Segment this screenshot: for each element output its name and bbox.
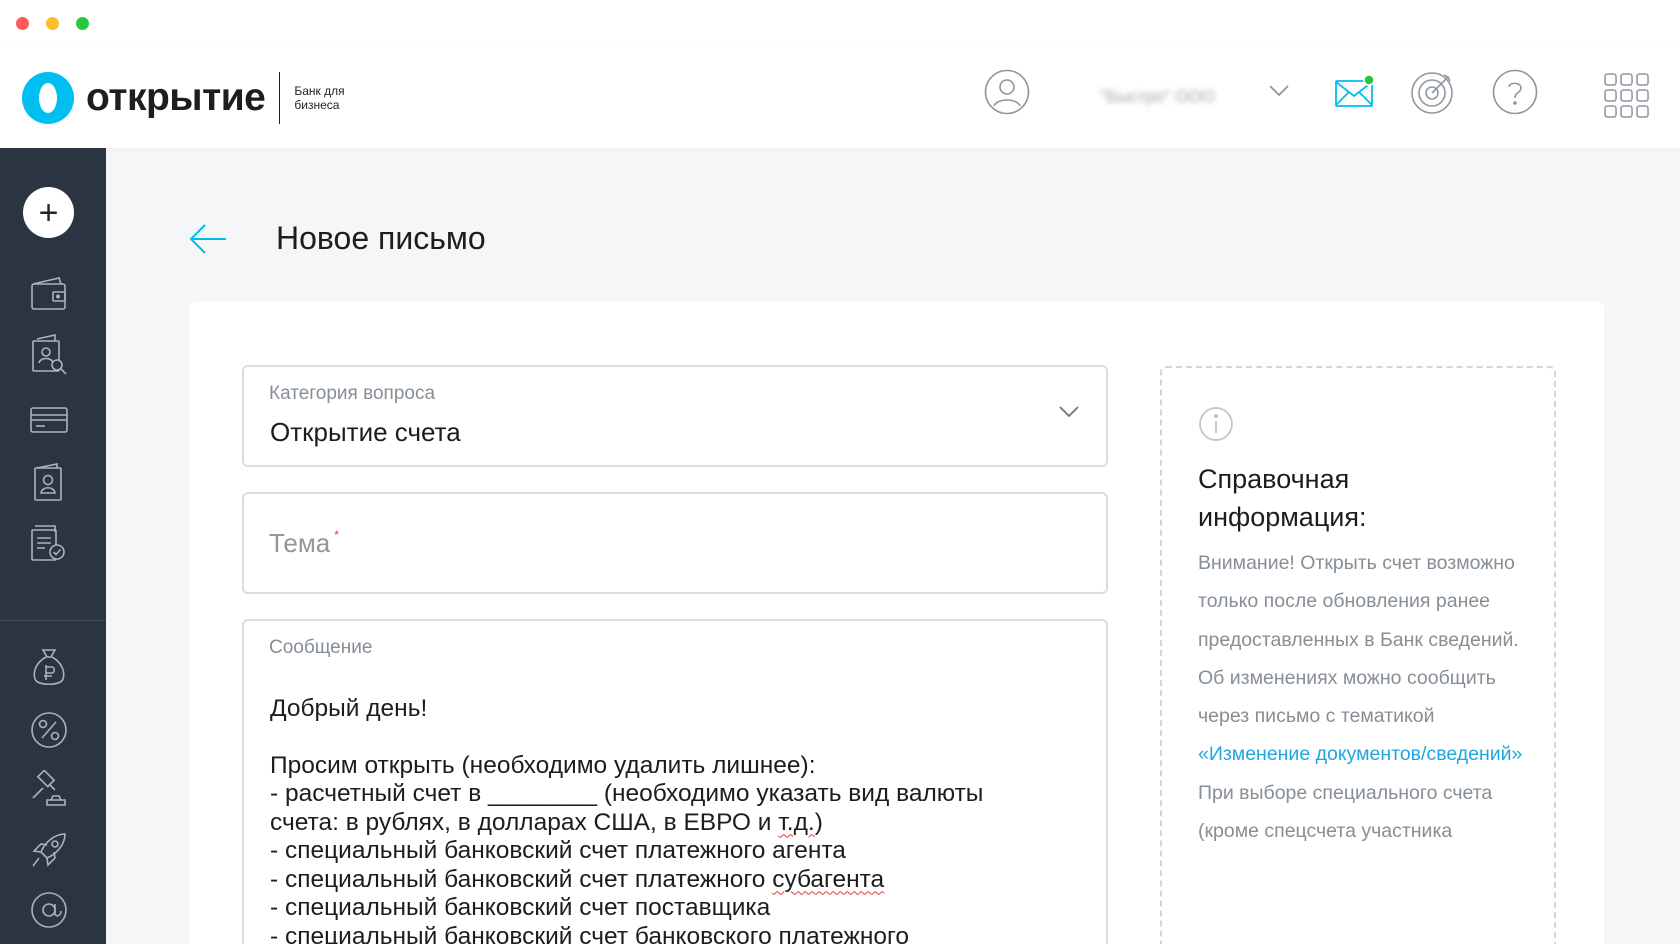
info-paragraph: При выборе специального счета (кроме спе… (1198, 781, 1493, 843)
change-documents-link[interactable]: «Изменение документов/сведений» (1198, 743, 1522, 765)
sidebar-divider (0, 620, 106, 621)
auction-hammer-icon[interactable] (27, 768, 71, 812)
maximize-window-button[interactable] (76, 17, 89, 30)
new-letter-form: Категория вопроса Открытие счета Тема * С… (190, 302, 1604, 944)
logo-mark-icon (22, 72, 74, 124)
message-textarea[interactable]: Сообщение Добрый день! Просим открыть (н… (242, 619, 1108, 944)
chevron-down-icon (1058, 405, 1080, 424)
bank-logo[interactable]: открытие Банк для бизнеса (22, 71, 384, 125)
info-title: Справочная информация: (1198, 464, 1367, 532)
subject-input[interactable]: Тема * (242, 492, 1108, 594)
user-icon[interactable] (984, 69, 1030, 115)
close-window-button[interactable] (16, 17, 29, 30)
subject-placeholder: Тема * (269, 528, 339, 558)
money-bag-icon[interactable] (27, 646, 71, 690)
category-label: Категория вопроса (269, 383, 436, 404)
wallet-icon[interactable] (27, 272, 71, 316)
at-sign-icon[interactable] (27, 888, 71, 932)
message-line: - специальный банковский счет банковског… (270, 922, 910, 944)
category-value: Открытие счета (270, 417, 461, 447)
back-arrow-icon[interactable] (188, 222, 228, 256)
window-titlebar (0, 0, 1680, 48)
message-line: Просим открыть (необходимо удалить лишне… (270, 751, 816, 779)
contractor-search-icon[interactable] (27, 332, 71, 376)
company-name[interactable]: "Быстро" ООО (1100, 87, 1215, 111)
info-paragraph: Внимание! Открыть счет возможно только п… (1198, 552, 1519, 651)
help-icon[interactable] (1492, 69, 1538, 115)
logo-subtitle: Банк для бизнеса (294, 84, 345, 112)
message-label: Сообщение (269, 637, 373, 658)
reference-info-panel: Справочная информация: Внимание! Открыть… (1160, 366, 1556, 944)
app-window: открытие Банк для бизнеса "Быстро" ООО +… (0, 0, 1680, 944)
spellcheck-word: т.д. (778, 808, 815, 836)
info-icon (1198, 406, 1234, 447)
logo-separator (279, 72, 281, 124)
card-icon[interactable] (27, 398, 71, 442)
target-icon[interactable] (1410, 69, 1456, 115)
message-line: счета: в рублях, в долларах США, в ЕВРО … (270, 808, 823, 836)
id-card-icon[interactable] (27, 460, 71, 504)
apps-grid-icon[interactable] (1604, 73, 1650, 119)
minimize-window-button[interactable] (46, 17, 59, 30)
message-line: - специальный банковский счет платежного… (270, 865, 885, 893)
app-header: открытие Банк для бизнеса "Быстро" ООО (0, 47, 1680, 148)
message-line: - специальный банковский счет поставщика (270, 894, 771, 921)
spellcheck-word: субагента (772, 865, 885, 893)
info-text: Внимание! Открыть счет возможно только п… (1198, 544, 1538, 850)
document-check-icon[interactable] (27, 520, 71, 564)
chevron-down-icon[interactable] (1268, 83, 1290, 99)
create-new-button[interactable]: + (23, 187, 74, 238)
required-mark: * (334, 528, 339, 542)
message-line: - специальный банковский счет платежного… (270, 837, 846, 864)
message-text[interactable]: Добрый день! Просим открыть (необходимо … (270, 695, 1080, 944)
rocket-icon[interactable] (27, 828, 71, 872)
message-line: - расчетный счет в ________ (необходимо … (270, 780, 984, 807)
page-title: Новое письмо (276, 220, 486, 256)
info-paragraph: Об изменениях можно сообщить через письм… (1198, 666, 1523, 766)
message-greeting: Добрый день! (270, 695, 428, 722)
percent-icon[interactable] (27, 708, 71, 752)
sidebar: + (0, 148, 106, 944)
mail-icon[interactable] (1334, 73, 1376, 111)
logo-name: открытие (86, 76, 266, 119)
category-select[interactable]: Категория вопроса Открытие счета (242, 365, 1108, 467)
